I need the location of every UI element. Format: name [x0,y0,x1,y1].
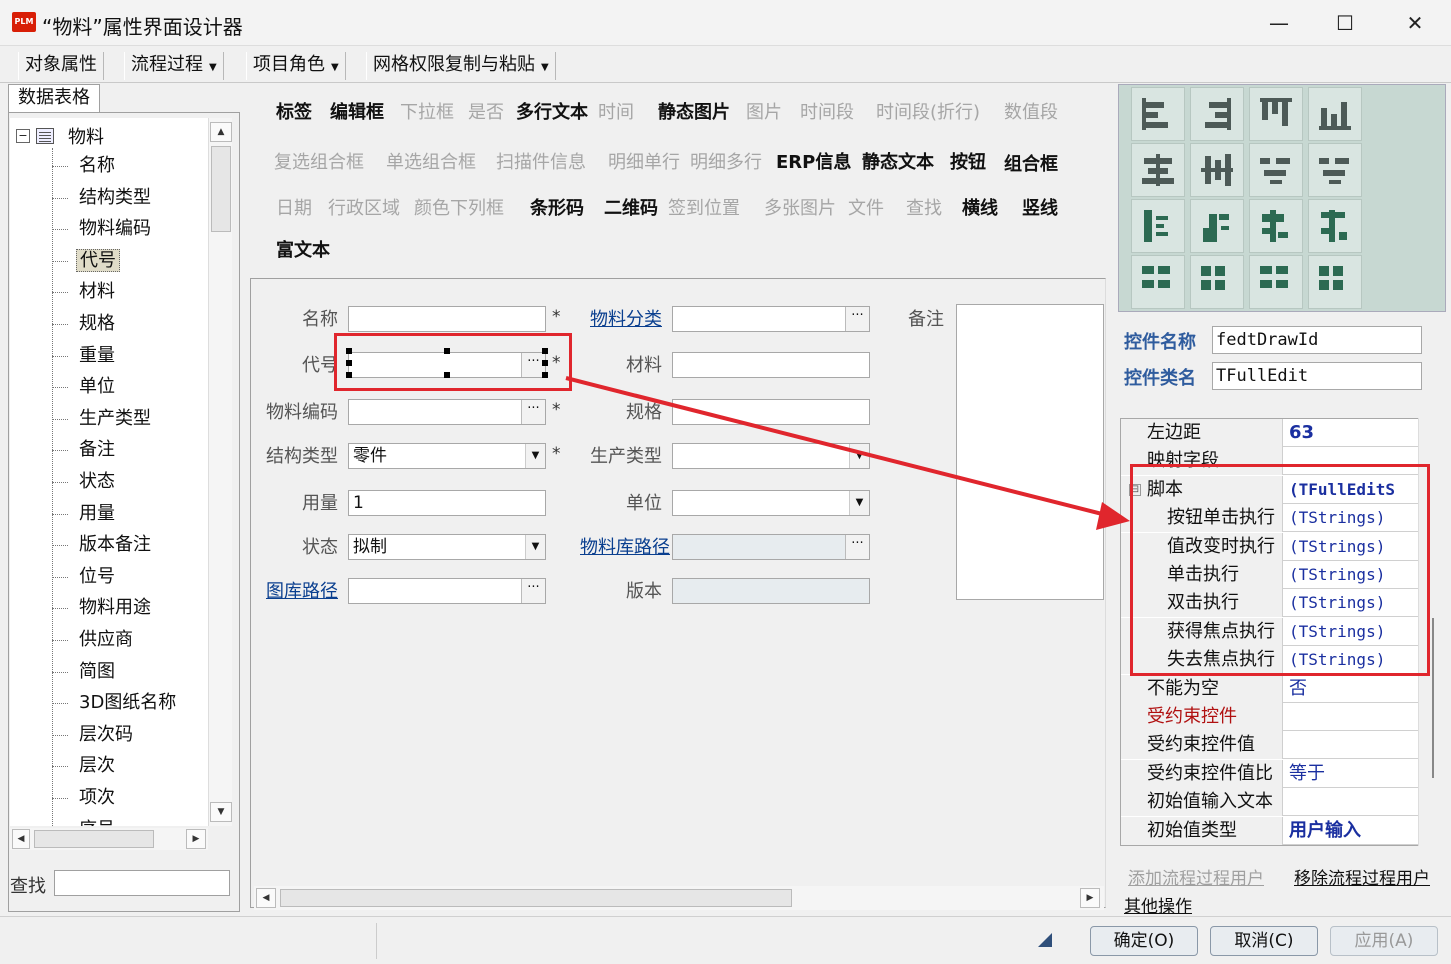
palette-control[interactable]: 下拉框 [400,98,454,124]
palette-control[interactable]: 数值段 [1004,98,1058,124]
palette-control[interactable]: 时间段(折行) [876,98,980,124]
palette-control[interactable]: 二维码 [604,194,658,220]
palette-control[interactable]: 静态图片 [658,98,730,124]
palette-control[interactable]: 静态文本 [862,148,934,174]
palette-control[interactable]: 单选组合框 [386,148,476,174]
palette-control[interactable]: 组合框 [1004,150,1058,176]
palette-control[interactable]: 富文本 [276,236,330,262]
palette-control[interactable]: 颜色下列框 [414,194,504,220]
palette-control[interactable]: 多张图片 [764,194,836,220]
annotation-arrow [565,376,1130,530]
palette-control[interactable]: 多行文本 [516,98,588,124]
palette-control[interactable]: 是否 [468,98,504,124]
palette-control[interactable]: 时间段 [800,98,854,124]
palette-control[interactable]: 查找 [906,194,942,220]
palette-control[interactable]: 扫描件信息 [496,148,586,174]
palette-control[interactable]: 日期 [276,194,312,220]
palette-control[interactable]: 条形码 [530,194,584,220]
palette-control[interactable]: 明细单行 [608,148,680,174]
palette-control[interactable]: 文件 [848,194,884,220]
palette-control[interactable]: 行政区域 [328,194,400,220]
palette-control[interactable]: 竖线 [1022,194,1058,220]
palette-control[interactable]: 明细多行 [690,148,762,174]
palette-control[interactable]: 按钮 [950,148,986,174]
palette-control[interactable]: 标签 [276,98,312,124]
palette-control[interactable]: 时间 [598,98,634,124]
palette-control[interactable]: 编辑框 [330,98,384,124]
palette-control[interactable]: 图片 [746,98,782,124]
palette-control[interactable]: 横线 [962,194,998,220]
palette-control[interactable]: 复选组合框 [274,148,364,174]
palette-control[interactable]: 签到位置 [668,194,740,220]
palette-control[interactable]: ERP信息 [776,148,851,174]
